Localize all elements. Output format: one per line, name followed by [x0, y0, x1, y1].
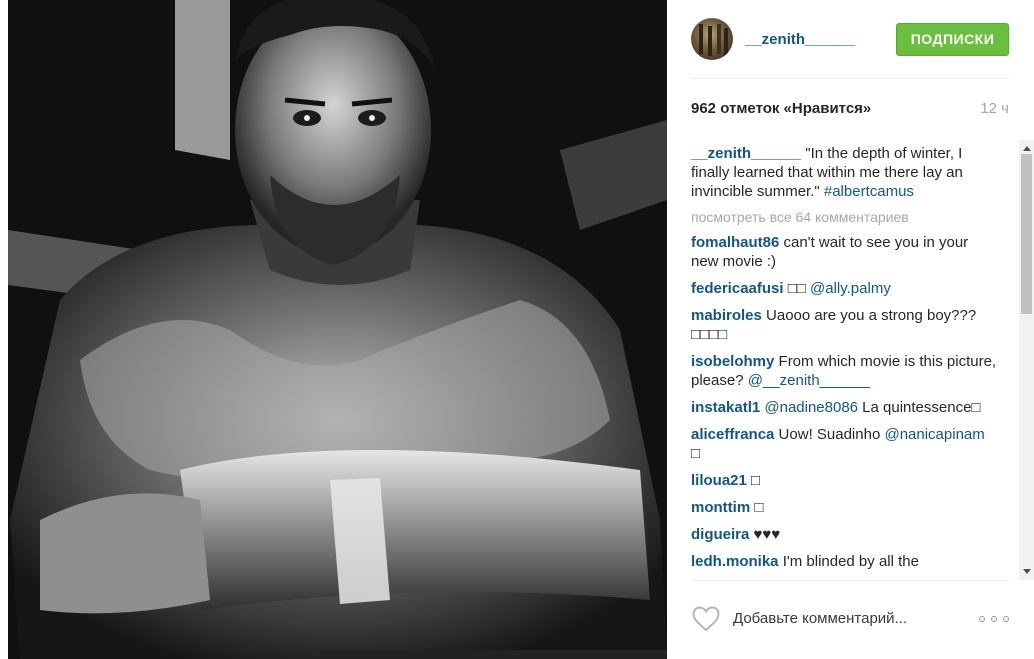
avatar[interactable]	[691, 18, 733, 60]
comment-username-link[interactable]: instakatl1	[691, 399, 760, 416]
comment-username-link[interactable]: federicaafusi	[691, 280, 784, 297]
header-username-link[interactable]: __zenith______	[745, 31, 896, 48]
comment-mention-link[interactable]: @nanicapinam	[884, 426, 984, 443]
likes-count[interactable]: 962 отметок «Нравится»	[691, 100, 871, 117]
comments-scrollbar[interactable]	[1019, 140, 1034, 580]
list-item: federicaafusi □□ @ally.palmy	[691, 279, 997, 298]
list-item: isobelohmy From which movie is this pict…	[691, 352, 997, 390]
caption-hashtag-link[interactable]: #albertcamus	[824, 183, 914, 200]
scroll-up-arrow-icon[interactable]	[1023, 146, 1031, 151]
comment-text: ♥♥♥	[749, 526, 781, 543]
comment-text: La quintessence□	[858, 399, 981, 416]
list-item: fomalhaut86 can't wait to see you in you…	[691, 233, 997, 271]
heart-outline-icon[interactable]	[692, 606, 720, 632]
list-item: aliceffranca Uow! Suadinho @nanicapinam …	[691, 425, 997, 463]
view-all-comments-link[interactable]: посмотреть все 64 комментариев	[691, 209, 997, 225]
comment-input[interactable]	[733, 603, 963, 633]
list-item: instakatl1 @nadine8086 La quintessence□	[691, 398, 997, 417]
comment-username-link[interactable]: ledh.monika	[691, 553, 779, 570]
comment-text: □	[750, 499, 764, 516]
comment-username-link[interactable]: monttim	[691, 499, 750, 516]
likes-row: 962 отметок «Нравится» 12 ч	[691, 100, 1009, 117]
post-photo[interactable]	[0, 0, 667, 659]
post-header: __zenith______ ПОДПИСКИ	[691, 0, 1009, 79]
dot-icon	[979, 616, 985, 622]
comment-username-link[interactable]: isobelohmy	[691, 353, 774, 370]
list-item: ledh.monika I'm blinded by all the	[691, 552, 997, 571]
list-item: monttim □	[691, 498, 997, 517]
boxer-photo	[0, 0, 667, 659]
comment-username-link[interactable]: aliceffranca	[691, 426, 774, 443]
comment-mention-link[interactable]: @__zenith______	[748, 372, 870, 389]
list-item: digueira ♥♥♥	[691, 525, 997, 544]
comment-username-link[interactable]: fomalhaut86	[691, 234, 779, 251]
scrollbar-thumb[interactable]	[1021, 154, 1032, 314]
post-sidebar: __zenith______ ПОДПИСКИ 962 отметок «Нра…	[667, 0, 1034, 659]
dot-icon	[991, 616, 997, 622]
post-time[interactable]: 12 ч	[980, 100, 1009, 117]
view-all-count: 64	[795, 209, 812, 225]
comment-username-link[interactable]: liloua21	[691, 472, 747, 489]
comment-text: □	[746, 472, 761, 489]
caption-username-link[interactable]: __zenith______	[691, 145, 801, 162]
more-options-icon[interactable]	[979, 609, 1009, 629]
follow-button[interactable]: ПОДПИСКИ	[896, 22, 1009, 56]
dot-icon	[1003, 616, 1009, 622]
post-footer	[691, 580, 1009, 659]
comment-text: □□	[783, 280, 811, 297]
view-all-prefix: посмотреть все	[691, 209, 796, 225]
scroll-down-arrow-icon[interactable]	[1023, 569, 1031, 574]
caption: __zenith______ "In the depth of winter, …	[691, 144, 997, 201]
list-item: mabiroles Uaooo are you a strong boy???□…	[691, 306, 997, 344]
view-all-suffix: комментариев	[811, 209, 909, 225]
comment-username-link[interactable]: digueira	[691, 526, 749, 543]
comment-mention-link[interactable]: @nadine8086	[764, 399, 858, 416]
comment-username-link[interactable]: mabiroles	[691, 307, 762, 324]
comment-text-after: □	[691, 445, 701, 462]
comments-list[interactable]: __zenith______ "In the depth of winter, …	[691, 144, 997, 580]
list-item: liloua21 □	[691, 471, 997, 490]
comment-text: I'm blinded by all the	[778, 553, 919, 570]
comment-mention-link[interactable]: @ally.palmy	[810, 280, 891, 297]
comment-text: Uow! Suadinho	[774, 426, 885, 443]
